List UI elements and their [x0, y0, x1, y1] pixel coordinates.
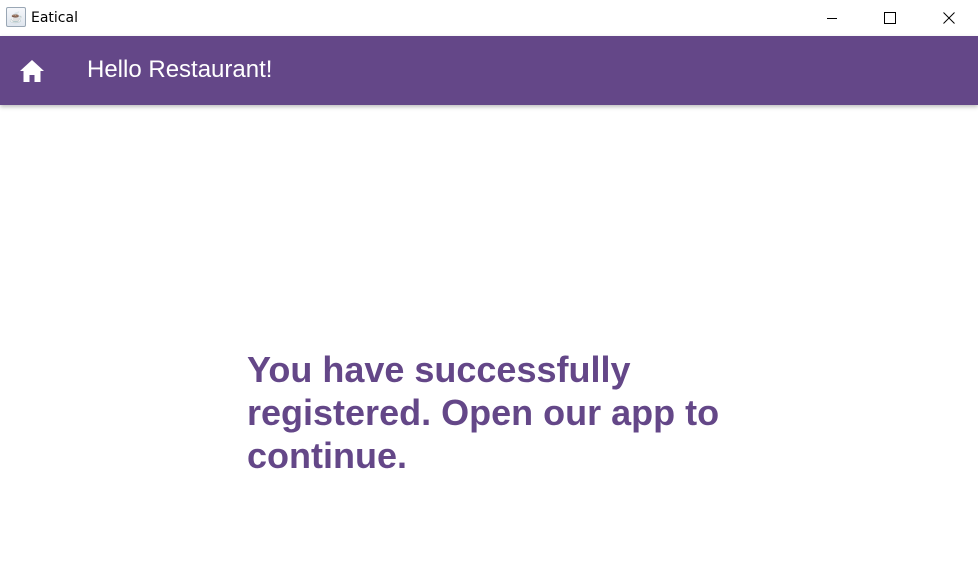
java-coffee-cup-icon: ☕ [6, 7, 26, 27]
app-window: ☕ Eatical Hello Restaurant! You have suc… [0, 0, 978, 569]
window-title: Eatical [31, 10, 78, 26]
minimize-button[interactable] [803, 0, 861, 36]
home-icon [20, 60, 44, 82]
minimize-icon [827, 18, 837, 19]
maximize-button[interactable] [861, 0, 919, 36]
maximize-icon [884, 12, 896, 24]
app-toolbar: Hello Restaurant! [0, 36, 978, 105]
title-bar[interactable]: ☕ Eatical [0, 0, 978, 36]
toolbar-title: Hello Restaurant! [87, 56, 273, 83]
close-icon [943, 12, 955, 24]
registration-success-message: You have successfully registered. Open o… [247, 349, 720, 476]
close-button[interactable] [920, 0, 978, 36]
home-button[interactable] [14, 56, 50, 86]
